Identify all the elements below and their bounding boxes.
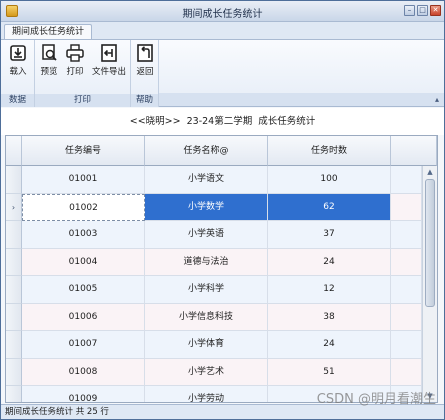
row-header[interactable] bbox=[6, 386, 22, 402]
window-title: 期间成长任务统计 bbox=[182, 9, 263, 20]
preview-button[interactable]: 预览 bbox=[37, 43, 61, 77]
return-button[interactable]: 返回 bbox=[133, 43, 157, 77]
print-button-label: 打印 bbox=[66, 67, 84, 77]
cell-task-id[interactable]: 01005 bbox=[22, 276, 145, 304]
column-header-task-name[interactable]: 任务名称@ bbox=[145, 136, 268, 166]
cell-task-hours[interactable]: 24 bbox=[268, 331, 391, 359]
cell-task-name[interactable]: 小学信息科技 bbox=[145, 303, 268, 331]
load-button-label: 载入 bbox=[9, 67, 27, 77]
cell-filler bbox=[391, 221, 422, 249]
ribbon-footer bbox=[159, 93, 444, 106]
preview-button-label: 预览 bbox=[40, 67, 58, 77]
maximize-icon[interactable]: □ bbox=[417, 5, 428, 16]
export-icon bbox=[101, 44, 117, 62]
cell-filler bbox=[391, 331, 422, 359]
cell-task-name[interactable]: 小学艺术 bbox=[145, 358, 268, 386]
cell-task-hours[interactable]: 100 bbox=[268, 166, 391, 194]
ribbon-group-print: 预览 打印 文件导出 打印 bbox=[35, 40, 131, 107]
column-header-task-hours[interactable]: 任务时数 bbox=[268, 136, 391, 166]
data-grid[interactable]: 任务编号 任务名称@ 任务时数 01001 小学语文 100 › 01002 小学数学 62… bbox=[5, 135, 438, 403]
row-header[interactable] bbox=[6, 331, 22, 359]
printer-icon bbox=[66, 44, 84, 62]
cell-task-hours[interactable]: 12 bbox=[268, 276, 391, 304]
ribbon-group-help: 返回 帮助 bbox=[131, 40, 159, 107]
table-row[interactable]: 01006 小学信息科技 38 bbox=[6, 303, 422, 331]
cell-task-hours[interactable]: 51 bbox=[268, 358, 391, 386]
cell-filler bbox=[391, 276, 422, 304]
table-row[interactable]: 01007 小学体育 24 bbox=[6, 331, 422, 359]
column-header-task-id[interactable]: 任务编号 bbox=[22, 136, 145, 166]
app-window: 期间成长任务统计 – □ ✕ 期间成长任务统计 载入 数据 预览 打印 文件导出… bbox=[0, 0, 445, 420]
ribbon: 载入 数据 预览 打印 文件导出 打印 返回 帮助 ▴ bbox=[1, 39, 444, 107]
cell-task-hours[interactable]: 62 bbox=[268, 193, 391, 221]
table-row[interactable]: 01003 小学英语 37 bbox=[6, 221, 422, 249]
cell-task-name[interactable]: 小学英语 bbox=[145, 221, 268, 249]
cell-task-name[interactable]: 小学体育 bbox=[145, 331, 268, 359]
ribbon-group-help-label: 帮助 bbox=[131, 94, 158, 107]
close-icon[interactable]: ✕ bbox=[430, 5, 441, 16]
row-header[interactable] bbox=[6, 221, 22, 249]
cell-filler bbox=[391, 248, 422, 276]
cell-task-id[interactable]: 01008 bbox=[22, 358, 145, 386]
report-header: <<晓明>> 23-24第二学期 成长任务统计 bbox=[1, 108, 444, 135]
scroll-up-icon[interactable]: ▲ bbox=[425, 167, 435, 177]
export-file-button[interactable]: 文件导出 bbox=[89, 43, 129, 77]
row-header[interactable] bbox=[6, 276, 22, 304]
cell-task-name[interactable]: 小学劳动 bbox=[145, 386, 268, 402]
cell-task-name[interactable]: 小学语文 bbox=[145, 166, 268, 194]
row-header[interactable] bbox=[6, 166, 22, 194]
table-row[interactable]: 01008 小学艺术 51 bbox=[6, 358, 422, 386]
return-button-label: 返回 bbox=[136, 67, 154, 77]
ribbon-group-print-label: 打印 bbox=[35, 94, 130, 107]
cell-task-id[interactable]: 01003 bbox=[22, 221, 145, 249]
cell-task-name[interactable]: 小学数学 bbox=[145, 193, 268, 221]
load-button[interactable]: 载入 bbox=[5, 43, 31, 77]
cell-task-hours[interactable]: 37 bbox=[268, 221, 391, 249]
ribbon-collapse-icon[interactable]: ▴ bbox=[435, 95, 439, 104]
title-bar: 期间成长任务统计 – □ ✕ bbox=[1, 1, 444, 22]
row-header[interactable] bbox=[6, 248, 22, 276]
minimize-icon[interactable]: – bbox=[404, 5, 415, 16]
ribbon-tab-strip: 期间成长任务统计 bbox=[1, 22, 444, 40]
column-header-filler bbox=[391, 136, 437, 166]
table-row[interactable]: › 01002 小学数学 62 bbox=[6, 193, 422, 221]
cell-task-id[interactable]: 01006 bbox=[22, 303, 145, 331]
return-icon bbox=[137, 44, 153, 62]
cell-task-hours[interactable]: 24 bbox=[268, 248, 391, 276]
import-icon bbox=[10, 45, 26, 61]
cell-task-hours[interactable]: 38 bbox=[268, 303, 391, 331]
ribbon-tab-stats[interactable]: 期间成长任务统计 bbox=[4, 24, 93, 40]
cell-task-id[interactable]: 01002 bbox=[22, 193, 145, 221]
window-controls: – □ ✕ bbox=[404, 5, 441, 16]
table-row[interactable]: 01005 小学科学 12 bbox=[6, 276, 422, 304]
scroll-thumb[interactable] bbox=[425, 179, 435, 307]
row-header[interactable] bbox=[6, 303, 22, 331]
cell-filler bbox=[391, 303, 422, 331]
cell-task-id[interactable]: 01007 bbox=[22, 331, 145, 359]
cell-filler bbox=[391, 358, 422, 386]
vertical-scrollbar[interactable]: ▲ ▼ bbox=[422, 166, 437, 402]
row-header[interactable]: › bbox=[6, 193, 22, 221]
cell-task-id[interactable]: 01004 bbox=[22, 248, 145, 276]
ribbon-group-data: 载入 数据 bbox=[1, 40, 35, 107]
print-button[interactable]: 打印 bbox=[63, 43, 87, 77]
preview-icon bbox=[42, 44, 57, 61]
cell-task-name[interactable]: 道德与法治 bbox=[145, 248, 268, 276]
row-header[interactable] bbox=[6, 358, 22, 386]
export-file-button-label: 文件导出 bbox=[91, 67, 126, 77]
cell-task-id[interactable]: 01001 bbox=[22, 166, 145, 194]
ribbon-group-data-label: 数据 bbox=[1, 94, 34, 107]
cell-task-id[interactable]: 01009 bbox=[22, 386, 145, 402]
watermark-text: CSDN @明月看潮生 bbox=[316, 392, 436, 407]
cell-filler bbox=[391, 193, 422, 221]
grid-corner bbox=[6, 136, 22, 166]
cell-task-name[interactable]: 小学科学 bbox=[145, 276, 268, 304]
cell-filler bbox=[391, 166, 422, 194]
table-row[interactable]: 01004 道德与法治 24 bbox=[6, 248, 422, 276]
table-row[interactable]: 01001 小学语文 100 bbox=[6, 166, 422, 194]
